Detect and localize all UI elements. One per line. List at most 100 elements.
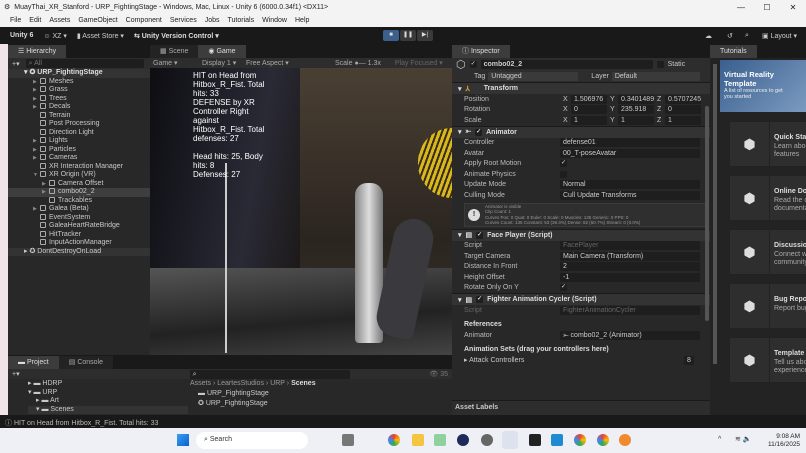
animator-field[interactable]: ⤜ combo02_2 (Animator) — [560, 331, 700, 340]
hierarchy-item[interactable]: ▶Lights — [8, 137, 150, 146]
tutorial-card[interactable]: ⬢Online DocuRead the off documentati — [729, 175, 806, 221]
hierarchy-item[interactable]: ▶Cameras — [8, 154, 150, 163]
property-value[interactable]: ✓ — [560, 284, 567, 291]
scale-slider[interactable]: Scale ●— 1.3x — [335, 60, 381, 67]
tab-console[interactable]: ▤ Console — [59, 356, 113, 369]
menu-window[interactable]: Window — [262, 17, 287, 24]
position-x-input[interactable]: 1.506976 — [571, 95, 607, 104]
hierarchy-item[interactable]: ▼XR Origin (VR) — [8, 171, 150, 180]
axis-label[interactable]: Y — [610, 96, 618, 103]
layout-dropdown[interactable]: ▣ Layout ▾ — [762, 32, 797, 40]
axis-label[interactable]: X — [563, 96, 571, 103]
hierarchy-item[interactable]: XR Interaction Manager — [8, 163, 150, 172]
attack-count[interactable]: 8 — [684, 356, 694, 365]
property-value[interactable]: Normal — [560, 180, 700, 189]
property-value[interactable]: Main Camera (Transform) — [560, 252, 700, 261]
hierarchy-item[interactable]: GaleaHeartRateBridge — [8, 222, 150, 231]
tag-dropdown[interactable]: Untagged — [488, 72, 578, 81]
menu-help[interactable]: Help — [295, 17, 309, 24]
menu-assets[interactable]: Assets — [49, 17, 70, 24]
version-control-button[interactable]: ⇆ Unity Version Control ▾ — [134, 32, 219, 40]
axis-label[interactable]: Z — [657, 96, 665, 103]
rotation-z-input[interactable]: 0 — [665, 105, 701, 114]
tutorial-card[interactable]: ⬢Quick StartLearn about features — [729, 121, 806, 167]
property-value[interactable]: -1 — [560, 273, 700, 282]
display-dropdown[interactable]: Display 1 ▾ — [202, 59, 242, 67]
chrome-icon[interactable] — [388, 434, 400, 446]
play-focused-dropdown[interactable]: Play Focused ▾ — [395, 59, 443, 67]
chrome-profile-2-icon[interactable] — [597, 434, 609, 446]
expand-arrow-icon[interactable]: ▼ — [33, 171, 40, 180]
menu-tutorials[interactable]: Tutorials — [228, 17, 255, 24]
tab-project[interactable]: ▬ Project — [8, 356, 59, 369]
axis-label[interactable]: Y — [610, 117, 618, 124]
scene-root[interactable]: ▾ ✪ URP_FightingStage — [8, 69, 150, 78]
tab-hierarchy[interactable]: ☰ Hierarchy — [8, 45, 66, 58]
create-button[interactable]: +▾ — [12, 370, 20, 378]
task-view-icon[interactable] — [342, 434, 354, 446]
menu-file[interactable]: File — [10, 17, 21, 24]
step-button[interactable]: ▶| — [417, 30, 433, 41]
axis-label[interactable]: Z — [657, 117, 665, 124]
game-mode-dropdown[interactable]: Game ▾ — [153, 59, 198, 67]
asset-labels[interactable]: Asset Labels — [452, 400, 710, 415]
layer-dropdown[interactable]: Default — [612, 72, 700, 81]
property-value[interactable]: 2 — [560, 262, 700, 271]
sun-app-icon[interactable] — [619, 434, 631, 446]
clock[interactable]: 9:08 AM11/16/2025 — [768, 433, 800, 449]
hierarchy-item[interactable]: ▶Particles — [8, 146, 150, 155]
axis-label[interactable]: X — [563, 106, 571, 113]
tab-inspector[interactable]: ⓘ Inspector — [452, 45, 510, 58]
hierarchy-item[interactable]: ▶Meshes — [8, 78, 150, 87]
position-y-input[interactable]: 0.3401489 — [618, 95, 654, 104]
expand-arrow-icon[interactable]: ▶ — [33, 154, 40, 163]
hierarchy-item[interactable]: Direction Light — [8, 129, 150, 138]
menu-component[interactable]: Component — [126, 17, 162, 24]
project-folder[interactable]: ▸ ▬ Art — [28, 397, 188, 406]
attack-controllers-foldout[interactable]: ▸ Attack Controllers8 — [452, 355, 710, 366]
unity-hub-icon[interactable] — [481, 434, 493, 446]
asset-store-button[interactable]: ▮ Asset Store ▾ — [77, 32, 124, 40]
hierarchy-item[interactable]: EventSystem — [8, 214, 150, 223]
file-explorer-icon[interactable] — [412, 434, 424, 446]
menu-edit[interactable]: Edit — [29, 17, 41, 24]
hierarchy-item[interactable]: ▶Grass — [8, 86, 150, 95]
rotation-y-input[interactable]: 235.918 — [618, 105, 654, 114]
windows-start-icon[interactable] — [177, 434, 189, 446]
expand-arrow-icon[interactable]: ▶ — [33, 146, 40, 155]
expand-arrow-icon[interactable]: ▶ — [33, 78, 40, 87]
scale-x-input[interactable]: 1 — [571, 116, 607, 125]
tab-scene[interactable]: ▦ Scene — [150, 45, 198, 58]
scale-y-input[interactable]: 1 — [618, 116, 654, 125]
tray-chevron-icon[interactable]: ^ — [718, 436, 721, 443]
property-value[interactable]: Cull Update Transforms — [560, 191, 700, 200]
animator-header[interactable]: ▾ ⤜✓Animator — [452, 126, 710, 138]
file-scene[interactable]: ✪ URP_FightingStage — [198, 399, 268, 407]
property-value[interactable]: 00_T-poseAvatar — [560, 149, 700, 158]
object-name-input[interactable]: combo02_2 — [481, 60, 653, 69]
position-z-input[interactable]: 0.5707245 — [665, 95, 701, 104]
status-bar[interactable]: ⓘ HIT on Head from Hitbox_R_Fist. Total … — [0, 415, 806, 428]
menu-services[interactable]: Services — [170, 17, 197, 24]
hierarchy-item[interactable]: Terrain — [8, 112, 150, 121]
menu-gameobject[interactable]: GameObject — [78, 17, 117, 24]
rotation-x-input[interactable]: 0 — [571, 105, 607, 114]
breadcrumb-leartes[interactable]: LeartesStudios — [217, 380, 264, 387]
dont-destroy-on-load[interactable]: ▸ ✪ DontDestroyOnLoad — [8, 248, 150, 257]
project-folder[interactable]: ▾ ▬ Scenes — [28, 406, 188, 415]
expand-arrow-icon[interactable]: ▶ — [42, 180, 49, 189]
app-icon-2[interactable] — [457, 434, 469, 446]
project-folder[interactable]: ▾ ▬ URP — [28, 389, 188, 398]
unity-editor-icon[interactable] — [502, 431, 518, 449]
unity-account-button[interactable]: Unity 6 — [10, 32, 33, 39]
tutorial-card[interactable]: ⬢Bug ReportiReport bugs team — [729, 283, 806, 329]
property-value[interactable] — [560, 171, 567, 178]
expand-arrow-icon[interactable]: ▶ — [33, 205, 40, 214]
hierarchy-item[interactable]: InputActionManager — [8, 239, 150, 248]
hierarchy-item[interactable]: Post Processing — [8, 120, 150, 129]
close-button[interactable]: ✕ — [780, 3, 806, 12]
project-folder[interactable]: ▸ ▬ HDRP — [28, 380, 188, 389]
menu-jobs[interactable]: Jobs — [205, 17, 220, 24]
breadcrumb-scenes[interactable]: Scenes — [291, 380, 316, 387]
chrome-profile-icon[interactable] — [574, 434, 586, 446]
